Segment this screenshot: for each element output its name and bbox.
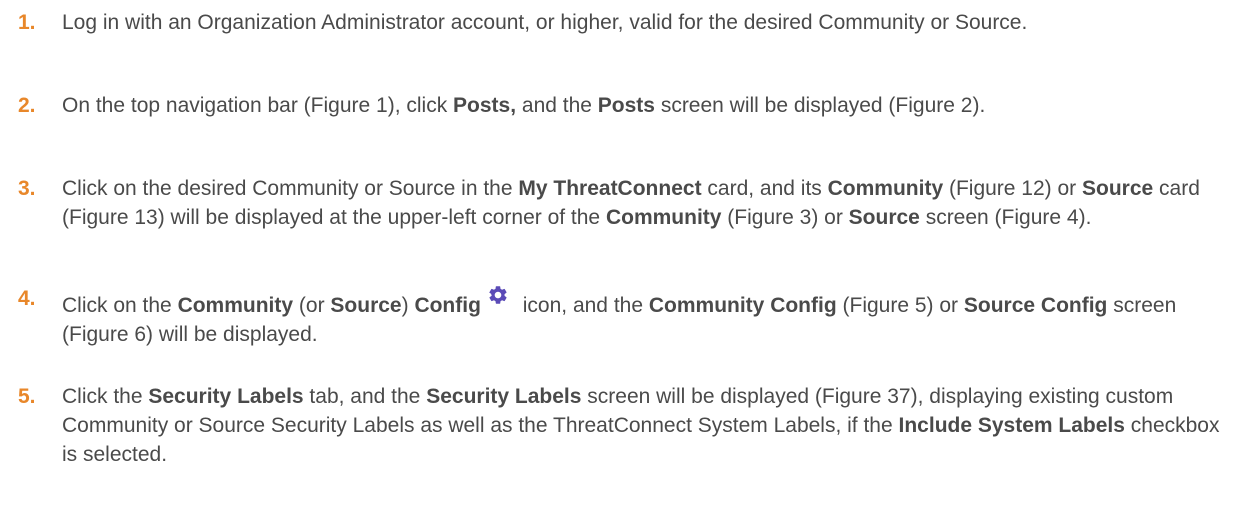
step-text-part: card, and its — [701, 177, 828, 200]
step-text-part: (Figure 3) or — [721, 206, 849, 229]
step-text-bold: Source — [1082, 177, 1154, 200]
step-text-part: screen will be displayed (Figure 2). — [654, 94, 986, 117]
step-number: 4. — [18, 287, 36, 310]
step-text-bold: Community — [827, 177, 944, 200]
step-text-bold: Source Config — [963, 294, 1108, 317]
step-text-part: On the top navigation bar (Figure 1), cl… — [62, 94, 454, 117]
step-text-part: and the — [516, 94, 598, 117]
step-text: Click the Security Labels tab, and the S… — [62, 382, 1232, 469]
step-number: 1. — [18, 11, 36, 34]
step-text-part: (or — [293, 294, 331, 317]
step-text-bold: Community — [605, 206, 722, 229]
step-text-part: screen (Figure 4). — [919, 206, 1092, 229]
step-text-bold: Config — [414, 294, 481, 317]
step-text: Click on the Community (or Source) Confi… — [62, 284, 1212, 349]
step-text: On the top navigation bar (Figure 1), cl… — [62, 91, 1212, 120]
step-text-bold: Source — [848, 206, 920, 229]
step-number: 3. — [18, 177, 36, 200]
step-text-part: Click on the — [62, 294, 178, 317]
step-text-part: Click on the desired Community or Source… — [62, 177, 519, 200]
step-text-part: icon, and the — [516, 294, 649, 317]
step-text: Click on the desired Community or Source… — [62, 174, 1232, 232]
step-text-part: tab, and the — [303, 385, 427, 408]
gear-icon — [487, 284, 509, 306]
step-text-part: (Figure 5) or — [836, 294, 964, 317]
step-text-part: Log in with an Organization Administrato… — [62, 11, 1028, 34]
step-text-bold: Security Labels — [426, 385, 582, 408]
step-number: 5. — [18, 385, 36, 408]
step-number: 2. — [18, 94, 36, 117]
step-text: Log in with an Organization Administrato… — [62, 8, 1212, 37]
step-text-bold: Source — [330, 294, 402, 317]
step-text-bold: Community Config — [648, 294, 837, 317]
step-text-bold: Security Labels — [148, 385, 304, 408]
step-text-bold: Posts — [597, 94, 655, 117]
step-text-bold: Community — [177, 294, 294, 317]
instruction-steps: 1. Log in with an Organization Administr… — [0, 0, 1238, 505]
step-text-bold: Include System Labels — [898, 414, 1125, 437]
step-text-part: Click the — [62, 385, 149, 408]
step-text-part: (Figure 12) or — [943, 177, 1083, 200]
step-text-bold: My ThreatConnect — [518, 177, 702, 200]
step-text-part: ) — [401, 294, 415, 317]
step-text-bold: Posts, — [453, 94, 517, 117]
